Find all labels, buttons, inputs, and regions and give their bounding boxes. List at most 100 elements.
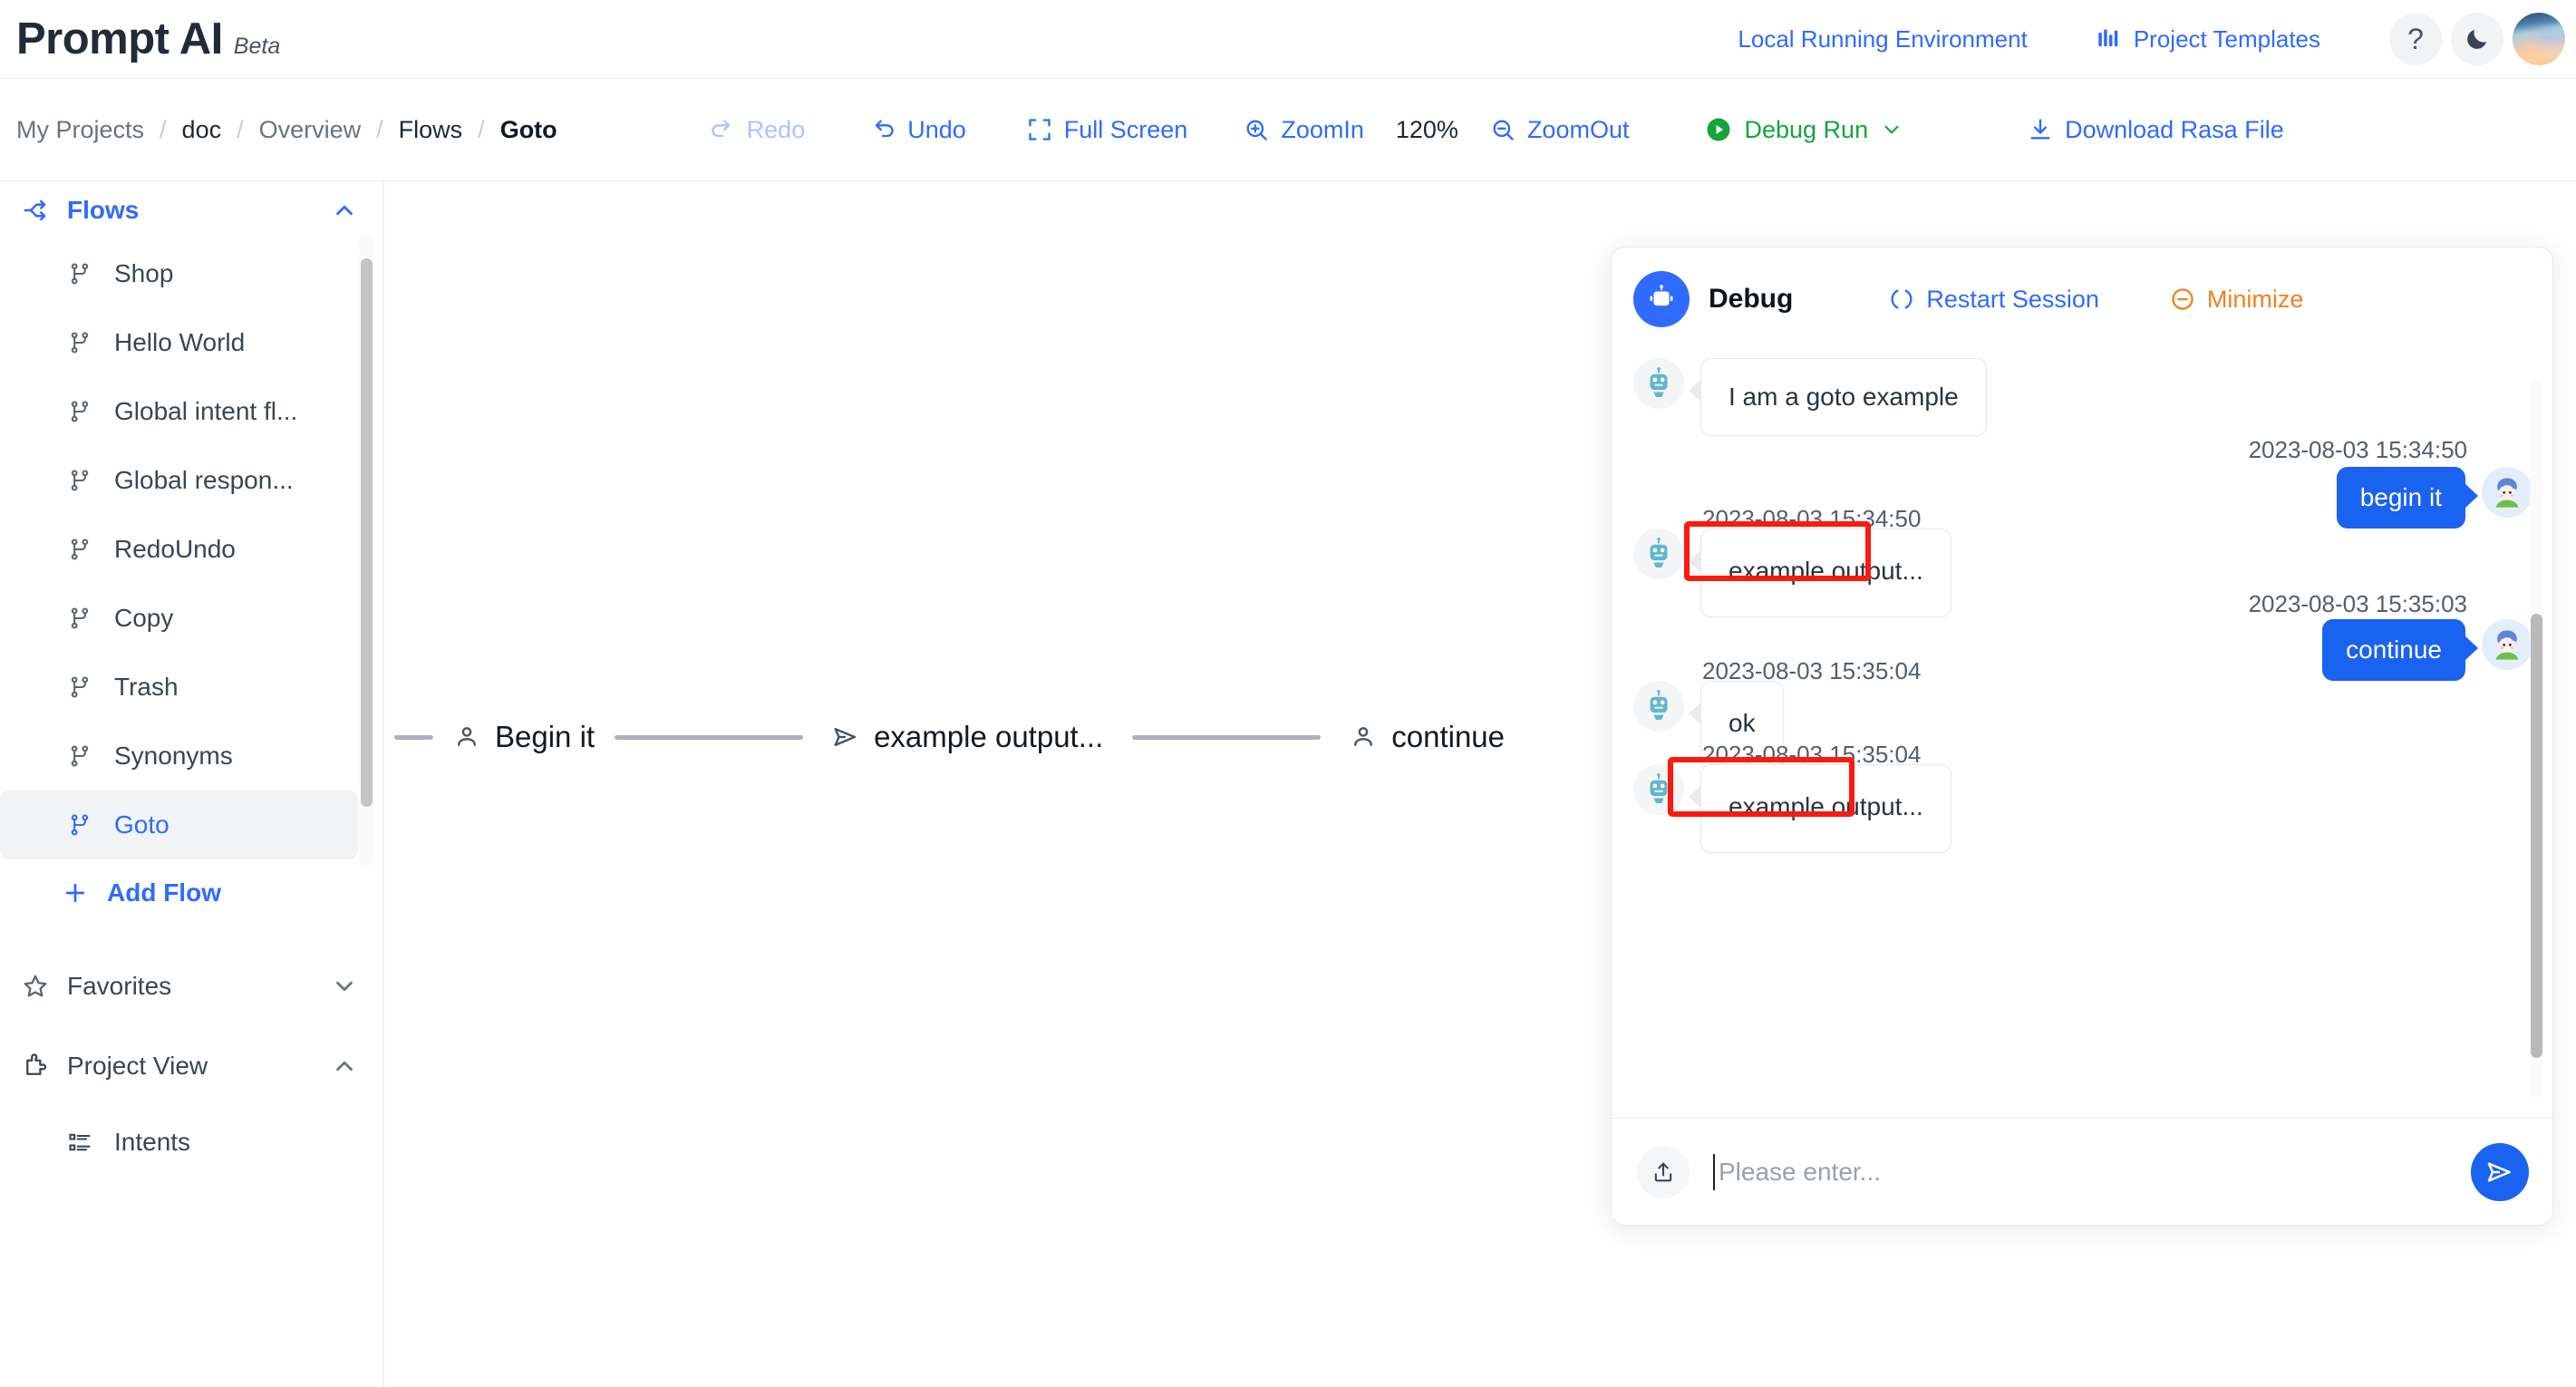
project-templates-link[interactable]: Project Templates [2097, 25, 2320, 53]
user-avatar [2482, 467, 2532, 518]
breadcrumb-item-overview[interactable]: Overview [259, 116, 362, 144]
breadcrumb-separator: / [478, 115, 485, 143]
chat-scrollbar-thumb[interactable] [2531, 614, 2542, 1058]
robot-icon [1633, 271, 1690, 327]
redo-button[interactable]: Redo [710, 116, 805, 144]
chat-bubble: begin it [2336, 467, 2479, 529]
zoom-out-label: ZoomOut [1526, 115, 1630, 143]
undo-button[interactable]: Undo [870, 116, 966, 144]
sidebar-item-global-response[interactable]: Global respon... [0, 446, 358, 515]
dark-mode-toggle[interactable] [2451, 13, 2503, 65]
sidebar-item-hello-world[interactable]: Hello World [0, 308, 358, 377]
branch-icon [67, 399, 92, 424]
debug-run-button[interactable]: Debug Run [1705, 116, 1903, 144]
zoom-out-button[interactable]: ZoomOut [1490, 115, 1630, 144]
restart-session-label: Restart Session [1926, 285, 2099, 313]
favorites-label: Favorites [67, 972, 172, 1000]
sidebar-item-label: Copy [114, 604, 174, 632]
chevron-up-icon[interactable] [331, 1052, 358, 1080]
sidebar-item-goto[interactable]: Goto [0, 790, 358, 859]
chat-message-bot: example output... [1633, 764, 1951, 853]
flow-connector [1132, 734, 1322, 740]
avatar[interactable] [2513, 13, 2565, 65]
sidebar-item-copy[interactable]: Copy [0, 584, 358, 653]
download-rasa-file-button[interactable]: Download Rasa File [2028, 116, 2284, 144]
undo-label: Undo [907, 115, 966, 143]
flow-connector [394, 734, 433, 740]
chat-bubble: example output... [1689, 764, 1951, 853]
app-title: Prompt AI [16, 15, 223, 63]
breadcrumb: My Projects / doc / Overview / Flows / G… [0, 116, 557, 144]
sidebar-item-redoundo[interactable]: RedoUndo [0, 515, 358, 584]
add-flow-button[interactable]: Add Flow [0, 859, 383, 926]
full-screen-button[interactable]: Full Screen [1027, 115, 1188, 144]
send-button[interactable] [2471, 1142, 2529, 1201]
header-actions: Local Running Environment Project Templa… [1738, 13, 2576, 65]
chat-timestamp: 2023-08-03 15:34:50 [2248, 436, 2467, 463]
flow-node-continue[interactable]: continue [1348, 714, 1506, 760]
download-icon [2028, 117, 2053, 142]
chevron-up-icon[interactable] [331, 197, 358, 224]
chat-message-bot: I am a goto example [1633, 358, 1987, 436]
star-icon [22, 973, 49, 1000]
sidebar-section-favorites[interactable]: Favorites [0, 957, 383, 1015]
upload-button[interactable] [1637, 1145, 1690, 1198]
sidebar-item-label: Hello World [114, 328, 246, 356]
breadcrumb-separator: / [237, 115, 244, 143]
chevron-down-icon[interactable] [331, 973, 358, 1000]
sidebar-section-project-view[interactable]: Project View [0, 1037, 383, 1095]
flow-graph: Begin it example output... continue [384, 714, 1534, 760]
send-icon [2485, 1158, 2514, 1187]
full-screen-label: Full Screen [1063, 115, 1188, 143]
download-label: Download Rasa File [2065, 115, 2284, 143]
question-mark-icon: ? [2407, 23, 2424, 55]
chat-bubble: continue [2322, 619, 2478, 681]
chat-message-user: continue [2322, 619, 2532, 681]
sidebar-item-label: Shop [114, 259, 174, 287]
sidebar-item-intents[interactable]: Intents [0, 1108, 358, 1177]
sidebar-item-synonyms[interactable]: Synonyms [0, 722, 358, 790]
list-icon [67, 1130, 92, 1155]
breadcrumb-item-goto[interactable]: Goto [500, 116, 557, 144]
breadcrumb-item-doc[interactable]: doc [182, 116, 222, 144]
flow-node-label: continue [1391, 720, 1505, 753]
chat-message-list[interactable]: I am a goto example 2023-08-03 15:34:50 … [1612, 351, 2552, 1120]
bot-avatar [1633, 529, 1684, 579]
sidebar: Flows Shop Hello World Global intent fl.… [0, 181, 384, 1387]
breadcrumb-item-flows[interactable]: Flows [399, 116, 463, 144]
sidebar-item-label: Intents [114, 1128, 191, 1156]
local-running-environment-link[interactable]: Local Running Environment [1738, 25, 2027, 53]
debug-run-label: Debug Run [1744, 115, 1869, 143]
sidebar-section-flows[interactable]: Flows [0, 181, 383, 239]
flow-node-begin-it[interactable]: Begin it [451, 714, 596, 760]
puzzle-icon [22, 1052, 49, 1080]
moon-icon [2464, 25, 2491, 53]
breadcrumb-item-my-projects[interactable]: My Projects [16, 116, 144, 144]
app-logo[interactable]: Prompt AI Beta [0, 14, 280, 64]
add-flow-label: Add Flow [107, 878, 221, 907]
sidebar-item-label: Global intent fl... [114, 397, 298, 425]
chat-bubble: example output... [1689, 529, 1951, 617]
debug-panel: Debug Restart Session Minimize I am a go… [1611, 247, 2553, 1226]
branch-icon [67, 537, 92, 562]
flow-node-label: example output... [874, 720, 1104, 753]
sidebar-item-label: Global respon... [114, 466, 294, 494]
minimize-label: Minimize [2206, 285, 2304, 313]
branch-icon [67, 674, 92, 700]
chat-input[interactable] [1713, 1153, 2471, 1190]
top-header: Prompt AI Beta Local Running Environment… [0, 0, 2576, 79]
user-avatar [2482, 619, 2532, 670]
zoom-level: 120% [1395, 115, 1458, 143]
help-button[interactable]: ? [2389, 13, 2442, 65]
minimize-button[interactable]: Minimize [2170, 285, 2304, 314]
chat-timestamp: 2023-08-03 15:35:03 [2248, 590, 2467, 617]
sidebar-item-shop[interactable]: Shop [0, 239, 358, 308]
user-icon [1350, 723, 1377, 751]
flow-node-example-output[interactable]: example output... [830, 714, 1105, 760]
sidebar-scrollbar-thumb[interactable] [361, 258, 373, 807]
zoom-in-button[interactable]: ZoomIn [1244, 116, 1364, 144]
restart-session-button[interactable]: Restart Session [1889, 286, 2099, 314]
sidebar-item-trash[interactable]: Trash [0, 653, 358, 722]
chevron-down-icon [1880, 118, 1903, 141]
sidebar-item-global-intent-flow[interactable]: Global intent fl... [0, 377, 358, 446]
